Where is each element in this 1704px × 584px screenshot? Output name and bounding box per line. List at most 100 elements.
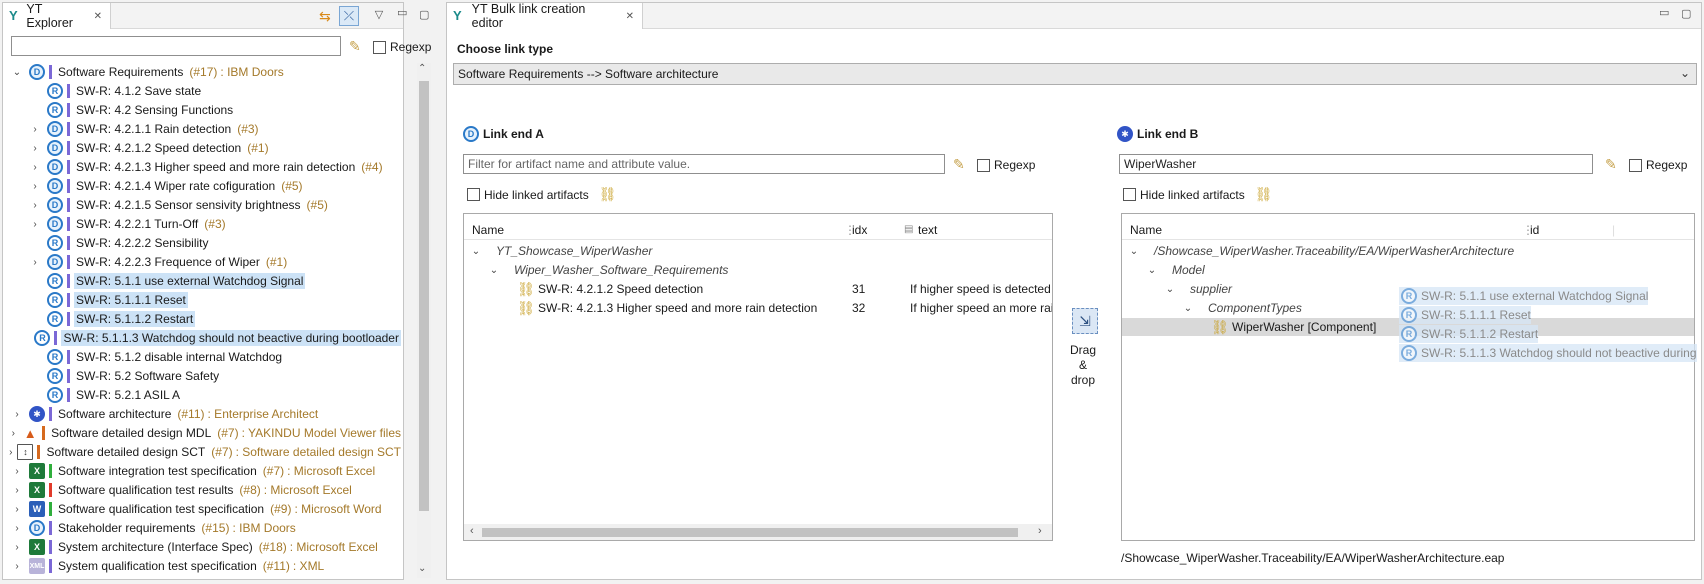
column-name[interactable]: Name (1130, 223, 1162, 237)
chevron-right-icon[interactable]: › (11, 542, 23, 553)
chevron-down-icon[interactable]: ⌄ (1164, 284, 1176, 295)
link-end-a-hscrollbar[interactable]: ‹ › (464, 524, 1052, 540)
chevron-right-icon[interactable]: › (29, 124, 41, 135)
close-icon[interactable]: ✕ (626, 11, 634, 22)
tree-item[interactable]: › ✱ Software architecture (#11): Enterprise… (3, 405, 401, 423)
chevron-right-icon[interactable]: › (29, 200, 41, 211)
explorer-filter-input[interactable] (11, 36, 341, 56)
tree-item[interactable]: › D SW-R: 4.2.1.1 Rain detection (#3) (3, 120, 401, 138)
table-row[interactable]: ⌄ Model (1122, 261, 1694, 279)
table-row[interactable]: ⌄ /Showcase_WiperWasher.Traceability/EA/W… (1122, 242, 1694, 260)
tree-item[interactable]: › W Software qualification test specificat… (3, 500, 401, 518)
tree-item[interactable]: R SW-R: 5.1.1 use external Watchdog Signa… (3, 272, 401, 290)
link-end-b-regexp-checkbox[interactable]: Regexp (1629, 158, 1687, 172)
chevron-right-icon[interactable]: › (11, 466, 23, 477)
tree-item[interactable]: R SW-R: 4.2 Sensing Functions (3, 101, 401, 119)
hide-linked-check[interactable] (1123, 188, 1136, 201)
table-row[interactable]: ⌄ Wiper_Washer_Software_Requirements (464, 261, 1052, 279)
tree-item[interactable]: › D SW-R: 4.2.2.1 Turn-Off (#3) (3, 215, 401, 233)
tree-item[interactable]: › D SW-R: 4.2.1.2 Speed detection (#1) (3, 139, 401, 157)
tree-item[interactable]: › D SW-R: 4.2.2.3 Frequence of Wiper (#1) (3, 253, 401, 271)
minimize-icon[interactable]: ▭ (397, 6, 407, 19)
tree-item[interactable]: R SW-R: 4.2.2.2 Sensibility (3, 234, 401, 252)
scroll-thumb[interactable] (419, 81, 429, 511)
link-end-a-hide-linked-checkbox[interactable]: Hide linked artifacts ⛓ (467, 186, 617, 203)
tree-item[interactable]: R SW-R: 5.1.2 disable internal Watchdog (3, 348, 401, 366)
tree-item[interactable]: › X Software integration test specificatio… (3, 462, 401, 480)
chevron-down-icon[interactable]: ⌄ (1128, 246, 1140, 257)
chevron-down-icon[interactable]: ⌄ (470, 246, 482, 257)
tree-item[interactable]: R SW-R: 5.2.1 ASIL A (3, 386, 401, 404)
scroll-thumb[interactable] (482, 528, 1018, 537)
chevron-right-icon[interactable]: › (11, 504, 23, 515)
chevron-down-icon[interactable]: ⌄ (11, 67, 23, 78)
chevron-down-icon[interactable]: ⌄ (1182, 303, 1194, 314)
chevron-right-icon[interactable]: › (29, 257, 41, 268)
table-row[interactable]: ⌄ YT_Showcase_WiperWasher (464, 242, 1052, 260)
close-icon[interactable]: ✕ (94, 11, 102, 22)
clear-filter-icon[interactable]: ✎ (1605, 156, 1617, 173)
clear-filter-icon[interactable]: ✎ (349, 38, 361, 55)
tree-item[interactable]: R SW-R: 5.2 Software Safety (3, 367, 401, 385)
link-with-editor-icon[interactable]: ⇆ (319, 8, 331, 25)
tree-item[interactable]: › X Software qualification test results (#8… (3, 481, 401, 499)
maximize-icon[interactable]: ▢ (1681, 7, 1691, 20)
chevron-right-icon[interactable]: › (29, 181, 41, 192)
tree-item[interactable]: › D SW-R: 4.2.1.4 Wiper rate cofiguration (… (3, 177, 401, 195)
tab-yt-explorer[interactable]: Y YT Explorer ✕ (3, 2, 111, 30)
tree-item[interactable]: ⌄ D Software Requirements (#17): IBM Doors (3, 63, 401, 81)
tree-item[interactable]: R SW-R: 5.1.1.1 Reset (3, 291, 401, 309)
tab-bulk-link-editor[interactable]: Y YT Bulk link creation editor ✕ (447, 2, 643, 30)
chevron-right-icon[interactable]: › (7, 447, 14, 458)
link-type-select[interactable]: Software Requirements --> Software archi… (453, 63, 1697, 85)
scroll-left-arrow[interactable]: ‹ (470, 525, 474, 537)
table-row[interactable]: ⛓ SW-R: 4.2.1.3 Higher speed and more rai… (464, 299, 1052, 317)
tree-item[interactable]: R SW-R: 4.1.2 Save state (3, 82, 401, 100)
filter-toggle-icon[interactable]: ⤫ (339, 6, 359, 26)
chevron-right-icon[interactable]: › (11, 409, 23, 420)
maximize-icon[interactable]: ▢ (419, 8, 429, 21)
source-color-bar (67, 236, 70, 250)
link-end-a-filter-input[interactable]: Filter for artifact name and attribute v… (463, 154, 945, 174)
chevron-down-icon[interactable]: ⌄ (1146, 265, 1158, 276)
explorer-scrollbar[interactable]: ⌃ ⌄ (417, 63, 431, 578)
tree-item[interactable]: › ▲ Software detailed design MDL (#7): YAKI… (3, 424, 401, 442)
tree-item[interactable]: › D SW-R: 4.2.1.3 Higher speed and more ra… (3, 158, 401, 176)
tree-item[interactable]: R SW-R: 5.1.1.2 Restart (3, 310, 401, 328)
regexp-check[interactable] (1629, 158, 1642, 172)
link-end-b-hide-linked-checkbox[interactable]: Hide linked artifacts ⛓ (1123, 186, 1273, 203)
scroll-up-arrow[interactable]: ⌃ (418, 63, 426, 74)
tree-item[interactable]: › ↕ Software detailed design SCT (#7): Soft… (3, 443, 401, 461)
view-menu-icon[interactable]: ▽ (373, 8, 385, 21)
explorer-regexp-checkbox[interactable]: Regexp (373, 40, 431, 54)
chevron-right-icon[interactable]: › (29, 143, 41, 154)
column-id[interactable]: id (1530, 223, 1539, 237)
link-end-a-regexp-checkbox[interactable]: Regexp (977, 158, 1035, 172)
link-end-b-filter-input[interactable]: WiperWasher (1119, 154, 1593, 174)
tree-item[interactable]: › D SW-R: 4.2.1.5 Sensor sensivity brightn… (3, 196, 401, 214)
chevron-right-icon[interactable]: › (11, 561, 23, 572)
minimize-icon[interactable]: ▭ (1659, 6, 1669, 19)
scroll-right-arrow[interactable]: › (1038, 525, 1042, 537)
chevron-right-icon[interactable]: › (11, 485, 23, 496)
regexp-check[interactable] (373, 40, 386, 54)
tree-item[interactable]: › XML System qualification test specificat… (3, 557, 401, 575)
chevron-right-icon[interactable]: › (29, 162, 41, 173)
tree-item[interactable]: › D Stakeholder requirements (#15): IBM Doo… (3, 519, 401, 537)
chevron-right-icon[interactable]: › (11, 523, 23, 534)
column-idx[interactable]: idx (852, 223, 867, 237)
column-text[interactable]: text (918, 223, 937, 237)
tree-item[interactable]: R SW-R: 5.1.1.3 Watchdog should not beact… (3, 329, 401, 347)
scroll-down-arrow[interactable]: ⌄ (418, 563, 426, 574)
column-name[interactable]: Name (472, 223, 504, 237)
chevron-right-icon[interactable]: › (9, 428, 18, 439)
regexp-check[interactable] (977, 158, 990, 172)
tree-item[interactable]: › X System architecture (Interface Spec) (#… (3, 538, 401, 556)
chevron-down-icon[interactable]: ⌄ (488, 265, 500, 276)
clear-filter-icon[interactable]: ✎ (953, 156, 965, 173)
table-row[interactable]: ⛓ SW-R: 4.2.1.2 Speed detection 31 If highe… (464, 280, 1052, 298)
requirement-icon: R (1401, 345, 1417, 361)
hide-linked-check[interactable] (467, 188, 480, 201)
link-end-a-table: Name ⋮ idx ▤ text ⌄ YT_Showcase_WiperWash… (463, 213, 1053, 541)
chevron-right-icon[interactable]: › (29, 219, 41, 230)
